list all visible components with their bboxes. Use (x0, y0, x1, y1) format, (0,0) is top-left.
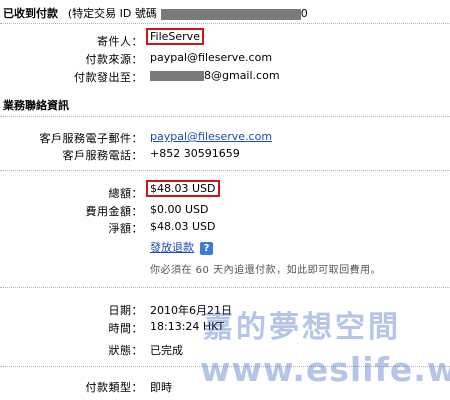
divider (0, 23, 450, 24)
payment-type-value: 即時 (150, 381, 172, 394)
divider (0, 170, 450, 171)
net-amount: $48.03 USD (150, 220, 216, 233)
date-label: 日期： (108, 304, 143, 317)
issue-refund-link[interactable]: 發放退款 (150, 241, 194, 254)
fee-amount: $0.00 USD (150, 203, 209, 216)
sender-label: 寄件人： (97, 35, 143, 48)
total-amount-box: $48.03 USD (146, 180, 220, 197)
customer-service-phone-label: 客戶服務電話： (62, 149, 143, 162)
customer-service-email-link[interactable]: paypal@fileserve.com (150, 130, 272, 143)
sent-to-suffix: 8@gmail.com (204, 69, 280, 82)
section-title-business-contact: 業務聯絡資訊 (3, 99, 69, 112)
payment-source-value: paypal@fileserve.com (150, 51, 273, 64)
watermark-text: 嘉的夢想空間 (203, 310, 401, 345)
payment-type-label: 付款類型： (85, 381, 143, 394)
time-label: 時間： (108, 322, 143, 335)
status-value: 已完成 (150, 344, 183, 357)
status-label: 狀態： (108, 344, 143, 357)
redacted-email (150, 71, 204, 81)
refund-note: 你必須在 60 天內追還付款，如此即可取回費用。 (150, 265, 382, 276)
redacted-transaction-id (160, 8, 301, 20)
sender-name-box: FileServe (146, 28, 204, 45)
payment-source-label: 付款來源： (85, 53, 143, 66)
watermark-url: www.eslife.ws (200, 350, 450, 389)
divider (0, 287, 450, 288)
sent-to-value: 8@gmail.com (150, 69, 280, 82)
help-icon[interactable]: ? (200, 241, 213, 255)
payment-received-title: 已收到付款 (3, 7, 58, 20)
fee-amount-label: 費用金額： (85, 205, 143, 218)
customer-service-email[interactable]: paypal@fileserve.com (150, 130, 272, 143)
customer-service-email-label: 客戶服務電子郵件： (39, 132, 143, 145)
transaction-id-prefix: (特定交易 ID 號碼 (67, 7, 157, 20)
total-amount: $48.03 USD (146, 180, 220, 197)
customer-service-phone: +852 30591659 (150, 147, 240, 160)
net-amount-label: 淨額： (108, 222, 143, 235)
sender-name: FileServe (146, 28, 204, 45)
transaction-id-suffix: 0 (300, 7, 308, 20)
divider (0, 116, 450, 117)
page-title: 已收到付款 (特定交易 ID 號碼 0 (3, 5, 308, 21)
total-amount-label: 總額： (108, 187, 143, 200)
sent-to-label: 付款發出至： (74, 71, 143, 84)
refund-row: 發放退款? (150, 239, 213, 255)
